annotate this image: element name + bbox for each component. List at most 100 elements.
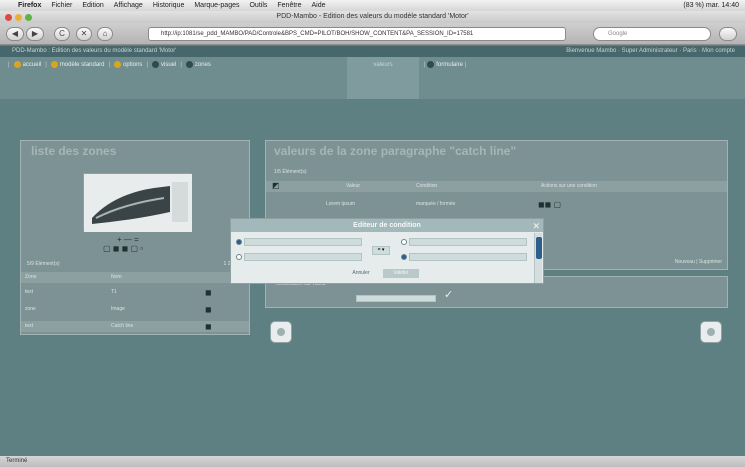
- minimize-window-icon[interactable]: [15, 14, 22, 21]
- count-label: 5/9 Élément(s): [27, 261, 60, 267]
- col-actions: Actions sur une condition: [541, 183, 597, 189]
- values-count: 1/5 Élément(s): [270, 167, 725, 178]
- value-input[interactable]: [356, 295, 436, 302]
- cell-zone: text: [25, 289, 34, 295]
- cell-zone: zone: [25, 306, 36, 312]
- nav-item-modele-standard[interactable]: modèle standard: [50, 61, 105, 68]
- edit-icon[interactable]: ◼: [205, 289, 212, 297]
- cancel-button[interactable]: Annuler: [343, 269, 379, 278]
- zoom-window-icon[interactable]: [25, 14, 32, 21]
- os-menu-bar: Firefox Fichier Edition Affichage Histor…: [0, 0, 745, 11]
- nav-item-zones[interactable]: zones: [185, 61, 211, 68]
- operator-select[interactable]: = ▾: [372, 246, 390, 255]
- menu-affichage[interactable]: Affichage: [114, 2, 143, 9]
- cell-zone: text: [25, 323, 34, 329]
- left-value-radio[interactable]: [236, 254, 242, 260]
- condition-actions-icons[interactable]: ◼◼ ▢: [538, 201, 561, 209]
- confirm-check-icon[interactable]: ✓: [444, 290, 453, 301]
- zones-table-header: Zone Nom: [21, 272, 249, 283]
- count-label: 1/5 Élément(s): [274, 169, 307, 175]
- dialog-scrollbar[interactable]: [534, 233, 542, 283]
- cell-value: Lorem ipsum: [326, 201, 355, 207]
- left-field-radio[interactable]: [236, 239, 242, 245]
- zones-panel: liste des zones + — = ▢ ◼ ◼ ▢ ▫ 5/9 Élém…: [20, 140, 250, 335]
- forward-button[interactable]: ▶: [26, 27, 44, 41]
- zone-tool-icons[interactable]: ▢ ◼ ◼ ▢ ▫: [103, 245, 143, 253]
- car-image-icon: [84, 174, 192, 232]
- nav-item-valeurs[interactable]: valeurs: [347, 57, 419, 99]
- nav-label: accueil: [22, 62, 42, 69]
- home-icon: ⌂: [102, 29, 108, 38]
- table-row[interactable]: Lorem ipsum marquée / formée ◼◼ ▢: [266, 199, 727, 210]
- left-value-input[interactable]: [244, 253, 362, 261]
- menu-fenetre[interactable]: Fenêtre: [277, 2, 301, 9]
- prev-item-button[interactable]: [270, 321, 292, 343]
- operator-value: = ▾: [377, 247, 385, 253]
- nav-item-accueil[interactable]: accueil: [13, 61, 42, 69]
- zones-count: 5/9 Élément(s) 1 2 3 4 5: [23, 259, 249, 270]
- accueil-icon: [13, 61, 21, 68]
- left-field-select[interactable]: [244, 238, 362, 246]
- menu-marque-pages[interactable]: Marque-pages: [194, 2, 239, 9]
- reload-icon: C: [59, 29, 65, 38]
- right-value-radio[interactable]: [401, 254, 407, 260]
- col-valeur: Valeur: [346, 183, 361, 189]
- forward-arrow-icon: ▶: [31, 29, 39, 38]
- modele-icon: [50, 61, 58, 68]
- close-window-icon[interactable]: [5, 14, 12, 21]
- table-row[interactable]: text T1 ◼: [21, 287, 249, 298]
- stop-button[interactable]: ✕: [76, 27, 92, 41]
- nav-item-formulaire[interactable]: | formulaire |: [424, 61, 466, 68]
- status-text: Terminé: [6, 458, 28, 464]
- right-value-input[interactable]: [409, 253, 527, 261]
- visuel-icon: [152, 61, 159, 68]
- menu-historique[interactable]: Historique: [153, 2, 185, 9]
- values-actions: Nouveau | Supprimer: [674, 259, 722, 265]
- right-field-select[interactable]: [409, 238, 527, 246]
- scrollbar-thumb[interactable]: [536, 237, 542, 259]
- nav-item-options[interactable]: options: [114, 61, 142, 68]
- condition-editor-dialog: Editeur de condition ✕ = ▾ Annuler Valid…: [230, 218, 544, 284]
- edit-icon[interactable]: ◼: [205, 306, 212, 314]
- url-input[interactable]: http://ip:1081/se_pdd_MAMBO/PAD/Controle…: [148, 27, 566, 41]
- select-all-icon[interactable]: ◩: [272, 182, 280, 190]
- close-icon[interactable]: ✕: [532, 221, 540, 232]
- cell-condition: marquée / formée: [416, 201, 456, 207]
- home-button[interactable]: ⌂: [97, 27, 113, 41]
- app-header-title: PDD-Mambo : Edition des valeurs du modèl…: [12, 48, 177, 54]
- zones-panel-title: liste des zones: [31, 144, 117, 158]
- search-input[interactable]: Google: [593, 27, 711, 41]
- prev-icon: [277, 328, 285, 336]
- reload-button[interactable]: C: [54, 27, 70, 41]
- cell-name: Catch line: [111, 323, 134, 329]
- new-button[interactable]: Nouveau: [675, 259, 695, 265]
- zoom-controls[interactable]: + — =: [117, 236, 139, 244]
- nav-label: formulaire: [436, 62, 463, 69]
- validate-button[interactable]: Valider: [383, 269, 419, 278]
- search-placeholder: Google: [608, 31, 628, 37]
- next-item-button[interactable]: [700, 321, 722, 343]
- table-row[interactable]: zone Image ◼: [21, 304, 249, 315]
- user-info[interactable]: Bienvenue Mambo · Super Administrateur ·…: [566, 46, 735, 57]
- sidebar-toggle-button[interactable]: [719, 27, 737, 41]
- right-field-radio[interactable]: [401, 239, 407, 245]
- cell-name: T1: [111, 289, 117, 295]
- app-menu[interactable]: Firefox: [18, 2, 41, 9]
- delete-button[interactable]: Supprimer: [699, 259, 722, 265]
- menu-aide[interactable]: Aide: [312, 2, 326, 9]
- col-zone: Zone: [25, 274, 37, 280]
- edit-icon[interactable]: ◼: [205, 323, 212, 331]
- main-nav: | accueil | modèle standard | options | …: [0, 57, 745, 99]
- nav-label: visuel: [161, 62, 177, 69]
- menu-edition[interactable]: Edition: [82, 2, 103, 9]
- menu-outils[interactable]: Outils: [249, 2, 267, 9]
- nav-item-visuel[interactable]: visuel: [152, 61, 176, 68]
- values-table-header: ◩ Valeur Condition Actions sur une condi…: [266, 181, 727, 192]
- url-text: http://ip:1081/se_pdd_MAMBO/PAD/Controle…: [161, 31, 474, 37]
- formulaire-icon: [427, 61, 435, 68]
- menu-fichier[interactable]: Fichier: [51, 2, 72, 9]
- back-button[interactable]: ◀: [6, 27, 24, 41]
- table-row[interactable]: text Catch line ◼: [21, 321, 249, 332]
- dialog-title: Editeur de condition: [231, 219, 543, 232]
- model-preview-image[interactable]: [83, 173, 192, 232]
